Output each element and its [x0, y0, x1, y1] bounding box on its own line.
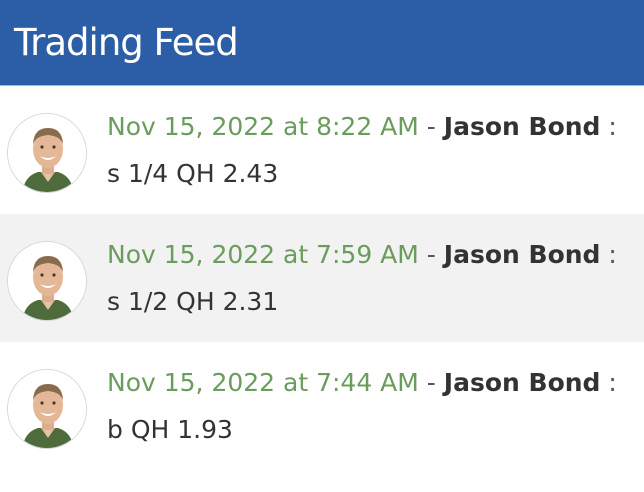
- avatar: [7, 241, 87, 321]
- entry-message: s 1/4 QH 2.43: [107, 159, 279, 188]
- feed-entry: Nov 15, 2022 at 7:59 AM - Jason Bond : s…: [0, 214, 644, 342]
- entry-meta: Nov 15, 2022 at 7:44 AM - Jason Bond :: [107, 367, 617, 399]
- entry-author[interactable]: Jason Bond: [444, 240, 601, 269]
- entry-message: s 1/2 QH 2.31: [107, 287, 279, 316]
- entry-colon: :: [608, 368, 617, 397]
- entry-timestamp: Nov 15, 2022 at 7:44 AM: [107, 368, 419, 397]
- entry-meta: Nov 15, 2022 at 7:59 AM - Jason Bond :: [107, 239, 617, 271]
- entry-message: b QH 1.93: [107, 415, 233, 444]
- feed-title: Trading Feed: [14, 21, 239, 64]
- avatar: [7, 113, 87, 193]
- trading-feed-list: Nov 15, 2022 at 8:22 AM - Jason Bond : s…: [0, 86, 644, 470]
- feed-header: Trading Feed: [0, 0, 644, 86]
- feed-entry: Nov 15, 2022 at 8:22 AM - Jason Bond : s…: [0, 86, 644, 214]
- entry-separator: -: [426, 368, 436, 397]
- feed-entry: Nov 15, 2022 at 7:44 AM - Jason Bond : b…: [0, 342, 644, 470]
- entry-colon: :: [608, 240, 617, 269]
- entry-colon: :: [608, 112, 617, 141]
- entry-meta: Nov 15, 2022 at 8:22 AM - Jason Bond :: [107, 111, 617, 143]
- entry-timestamp: Nov 15, 2022 at 7:59 AM: [107, 240, 419, 269]
- entry-author[interactable]: Jason Bond: [444, 112, 601, 141]
- entry-author[interactable]: Jason Bond: [444, 368, 601, 397]
- avatar: [7, 369, 87, 449]
- entry-separator: -: [426, 240, 436, 269]
- entry-separator: -: [426, 112, 436, 141]
- entry-timestamp: Nov 15, 2022 at 8:22 AM: [107, 112, 419, 141]
